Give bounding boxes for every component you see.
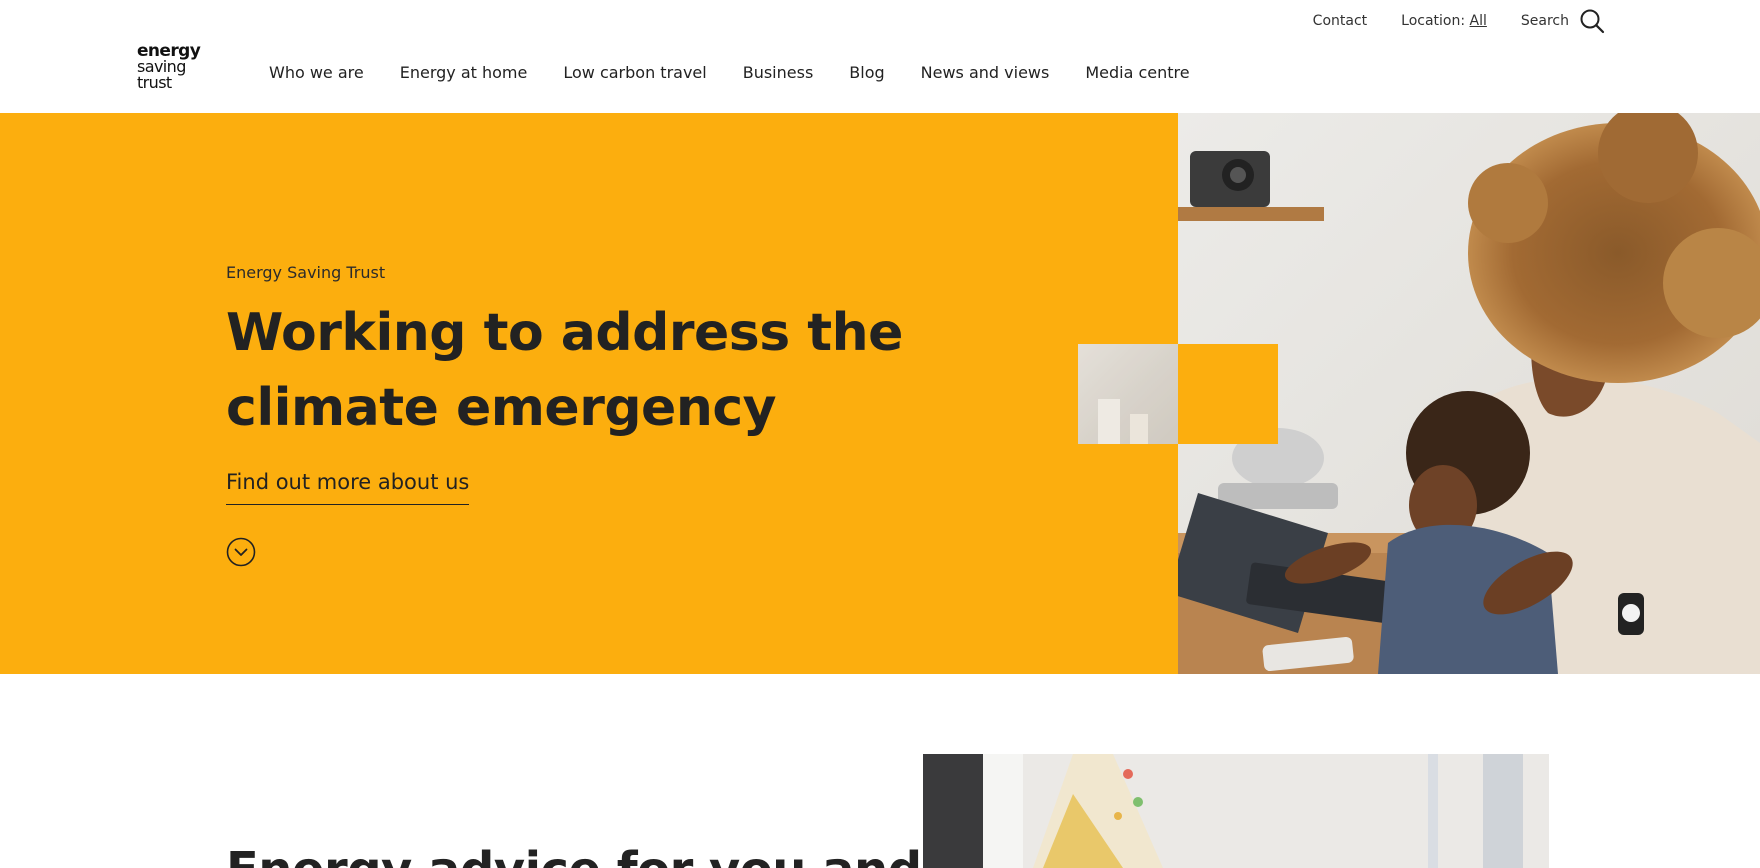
nav-item-business[interactable]: Business bbox=[743, 63, 814, 82]
chevron-down-circle-icon[interactable] bbox=[226, 537, 256, 567]
hero-eyebrow: Energy Saving Trust bbox=[226, 263, 386, 282]
nav-item-media-centre[interactable]: Media centre bbox=[1085, 63, 1189, 82]
site-header: Contact Location: All Search energy savi… bbox=[0, 0, 1760, 113]
nav-item-news-and-views[interactable]: News and views bbox=[921, 63, 1050, 82]
nav-item-who-we-are[interactable]: Who we are bbox=[269, 63, 364, 82]
nav-item-blog[interactable]: Blog bbox=[849, 63, 884, 82]
decorative-photo-square bbox=[1078, 344, 1178, 444]
nav-item-energy-at-home[interactable]: Energy at home bbox=[400, 63, 528, 82]
search-button[interactable]: Search bbox=[1521, 8, 1605, 34]
section-heading: Energy advice for you and bbox=[226, 842, 922, 868]
utility-nav: Contact Location: All Search bbox=[1279, 8, 1605, 34]
contact-link[interactable]: Contact bbox=[1313, 13, 1367, 29]
main-nav: Who we are Energy at home Low carbon tra… bbox=[269, 60, 1226, 84]
search-label: Search bbox=[1520, 13, 1569, 29]
decorative-yellow-square bbox=[1178, 344, 1278, 444]
logo-line-3: trust bbox=[137, 73, 172, 92]
find-out-more-link[interactable]: Find out more about us bbox=[226, 470, 470, 505]
search-icon[interactable] bbox=[1579, 8, 1605, 34]
location-value[interactable]: All bbox=[1470, 13, 1487, 29]
location-selector[interactable]: Location: All bbox=[1401, 13, 1487, 29]
section-photo bbox=[923, 754, 1549, 868]
hero-title: Working to address the climate emergency bbox=[226, 303, 903, 438]
hero-content: Energy Saving Trust Working to address t… bbox=[226, 263, 986, 505]
site-logo[interactable]: energy saving trust bbox=[137, 43, 201, 91]
hero-banner: Energy Saving Trust Working to address t… bbox=[0, 113, 1760, 674]
nav-item-low-carbon-travel[interactable]: Low carbon travel bbox=[563, 63, 706, 82]
location-label: Location: bbox=[1401, 13, 1466, 29]
